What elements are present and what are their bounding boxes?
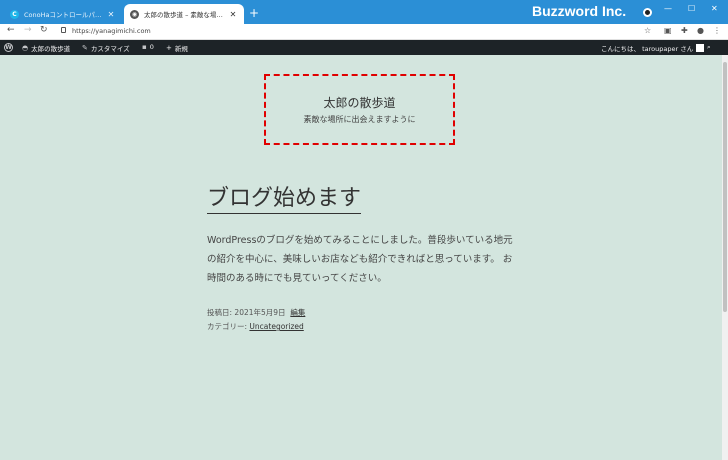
post-body: WordPressのブログを始めてみることにしました。普段歩いている地元の紹介を… <box>207 235 513 284</box>
scrollbar-thumb[interactable] <box>723 62 727 312</box>
minimize-button[interactable]: — <box>664 4 672 13</box>
window-close-button[interactable]: ✕ <box>711 4 718 13</box>
admin-site-name-label: 太郎の散歩道 <box>31 45 71 53</box>
page-content: 太郎の散歩道 素敵な場所に出会えますように ブログ始めます WordPressの… <box>0 55 722 460</box>
tab-conoha[interactable]: C ConoHaコントロールパネル ✕ <box>4 4 122 24</box>
category-link[interactable]: Uncategorized <box>249 322 303 331</box>
brush-icon: ✎ <box>82 44 88 52</box>
post-date-meta: 投稿日: 2021年5月9日 編集 <box>207 307 305 318</box>
tab-site[interactable]: ◉ 太郎の散歩道 – 素敵な場所に出会えますように ✕ <box>124 4 244 24</box>
post-date: 2021年5月9日 <box>234 308 286 317</box>
tab-title: ConoHaコントロールパネル <box>24 11 106 19</box>
comments-count: 0 <box>149 43 154 51</box>
dashboard-icon: ◓ <box>22 44 29 52</box>
admin-customize[interactable]: ✎ カスタマイズ <box>82 43 130 53</box>
forward-icon[interactable]: → <box>24 25 32 35</box>
globe-icon: ◉ <box>130 9 139 19</box>
brand-watermark: Buzzword Inc. <box>532 3 627 19</box>
admin-site-name[interactable]: ◓ 太郎の散歩道 <box>22 43 70 53</box>
avatar <box>696 44 705 52</box>
edit-link[interactable]: 編集 <box>290 308 305 317</box>
menu-icon[interactable]: ⋮ <box>713 26 721 35</box>
address-bar[interactable]: https://yanagimichi.com <box>72 27 151 35</box>
conoha-favicon-icon: C <box>10 9 19 19</box>
admin-new-label: 新規 <box>174 45 188 53</box>
close-icon[interactable]: ✕ <box>228 10 238 19</box>
tab-title: 太郎の散歩道 – 素敵な場所に出会えますように <box>144 11 228 19</box>
comment-icon: ▪ <box>142 43 147 51</box>
browser-toolbar: ← → ↻ https://yanagimichi.com ☆ ▣ ✚ ● ⋮ <box>0 24 728 40</box>
new-tab-button[interactable]: + <box>249 6 259 20</box>
extensions-icon[interactable]: ✚ <box>681 26 688 35</box>
maximize-button[interactable]: ☐ <box>688 4 695 13</box>
wp-admin-bar: W ◓ 太郎の散歩道 ✎ カスタマイズ ▪ 0 + 新規 こんにちは、 taro… <box>0 40 728 55</box>
reload-icon[interactable]: ↻ <box>40 25 48 35</box>
wordpress-logo-icon[interactable]: W <box>4 43 13 52</box>
site-description: 素敵な場所に出会えますように <box>303 115 416 124</box>
close-icon[interactable]: ✕ <box>106 10 116 19</box>
back-icon[interactable]: ← <box>7 25 15 35</box>
admin-search-icon[interactable]: ⌕ <box>707 43 711 52</box>
admin-account[interactable]: こんにちは、 taroupaper さん <box>601 43 705 53</box>
site-title[interactable]: 太郎の散歩道 <box>266 94 453 111</box>
browser-titlebar: C ConoHaコントロールパネル ✕ ◉ 太郎の散歩道 – 素敵な場所に出会え… <box>0 0 728 24</box>
plus-icon: + <box>166 44 172 52</box>
bookmark-star-icon[interactable]: ☆ <box>644 26 651 35</box>
admin-new[interactable]: + 新規 <box>166 43 188 53</box>
date-label: 投稿日: <box>207 308 233 317</box>
account-icon[interactable]: ● <box>697 26 704 35</box>
post-category-meta: カテゴリー: Uncategorized <box>207 321 304 332</box>
screenshot-icon[interactable]: ▣ <box>664 26 672 35</box>
lock-icon[interactable] <box>61 27 66 33</box>
category-label: カテゴリー: <box>207 322 248 331</box>
admin-greeting: こんにちは、 taroupaper さん <box>601 45 694 53</box>
post-title[interactable]: ブログ始めます <box>207 185 362 214</box>
profile-icon[interactable] <box>643 8 652 17</box>
admin-comments[interactable]: ▪ 0 <box>142 43 154 51</box>
site-header: 太郎の散歩道 素敵な場所に出会えますように <box>264 74 455 145</box>
admin-customize-label: カスタマイズ <box>90 45 130 53</box>
